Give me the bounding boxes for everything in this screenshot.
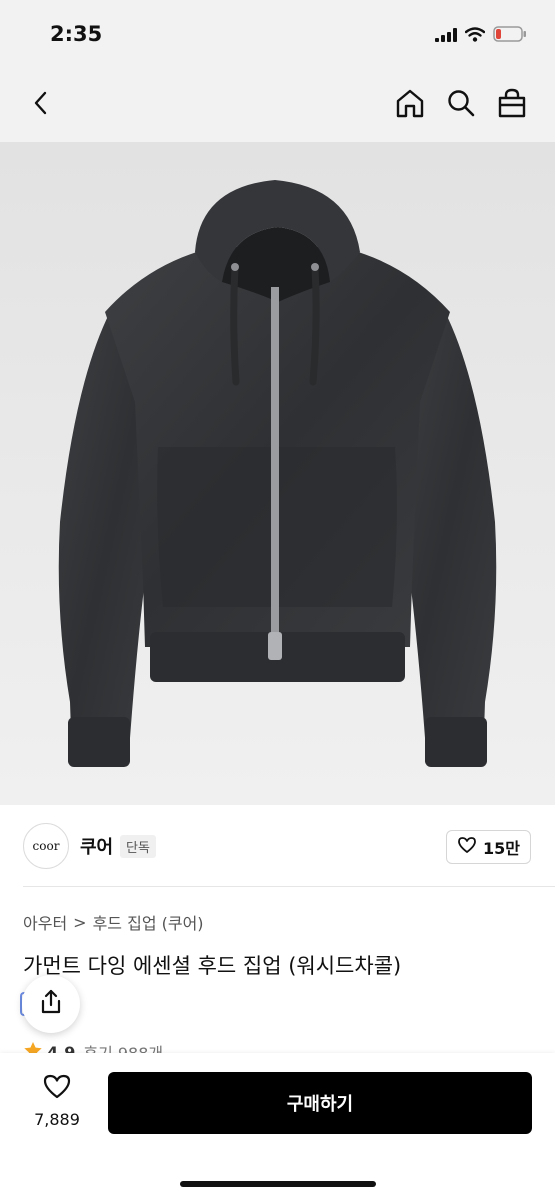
share-icon xyxy=(39,989,63,1019)
share-button[interactable] xyxy=(22,975,80,1033)
brand-logo[interactable]: coor xyxy=(23,823,69,869)
home-icon xyxy=(394,87,426,123)
shopping-bag-icon xyxy=(497,87,527,123)
product-page: 2:35 coor 쿠어 단독 15만 아우터 > 후드 집업 (쿠어) 가먼트… xyxy=(0,0,555,1200)
heart-outline-icon xyxy=(42,1074,72,1104)
back-button[interactable] xyxy=(22,86,60,124)
brand-row: coor 쿠어 단독 15만 xyxy=(0,820,555,874)
like-count: 15만 xyxy=(483,839,520,858)
nav-bar xyxy=(0,70,555,142)
hoodie-illustration xyxy=(0,142,555,805)
like-button[interactable]: 15만 xyxy=(446,830,531,864)
product-image[interactable] xyxy=(0,142,555,805)
home-indicator xyxy=(180,1181,376,1187)
bottom-action-bar: 7,889 구매하기 xyxy=(0,1053,555,1200)
status-time: 2:35 xyxy=(50,22,103,46)
wifi-icon xyxy=(464,26,486,46)
divider xyxy=(23,886,555,887)
breadcrumb-subcategory[interactable]: 후드 집업 (쿠어) xyxy=(93,910,204,934)
signal-icon xyxy=(435,27,457,46)
status-bar: 2:35 xyxy=(0,0,555,70)
status-icons xyxy=(435,26,527,46)
wish-count: 7,889 xyxy=(34,1110,80,1129)
product-title: 가먼트 다잉 에센셜 후드 집업 (워시드차콜) xyxy=(23,954,402,978)
brand-name[interactable]: 쿠어 xyxy=(80,833,113,859)
brand-logo-text: coor xyxy=(32,839,60,853)
battery-icon xyxy=(493,26,527,46)
chevron-left-icon xyxy=(31,90,51,120)
search-icon xyxy=(446,88,476,122)
breadcrumb-separator: > xyxy=(73,912,87,932)
buy-button[interactable]: 구매하기 xyxy=(108,1072,532,1134)
cart-button[interactable] xyxy=(493,86,531,124)
search-button[interactable] xyxy=(442,86,480,124)
home-button[interactable] xyxy=(391,86,429,124)
wishlist-button[interactable]: 7,889 xyxy=(28,1073,86,1129)
breadcrumb: 아우터 > 후드 집업 (쿠어) xyxy=(23,910,204,934)
heart-icon xyxy=(457,836,477,858)
breadcrumb-category[interactable]: 아우터 xyxy=(23,910,67,934)
exclusive-badge: 단독 xyxy=(120,835,156,858)
